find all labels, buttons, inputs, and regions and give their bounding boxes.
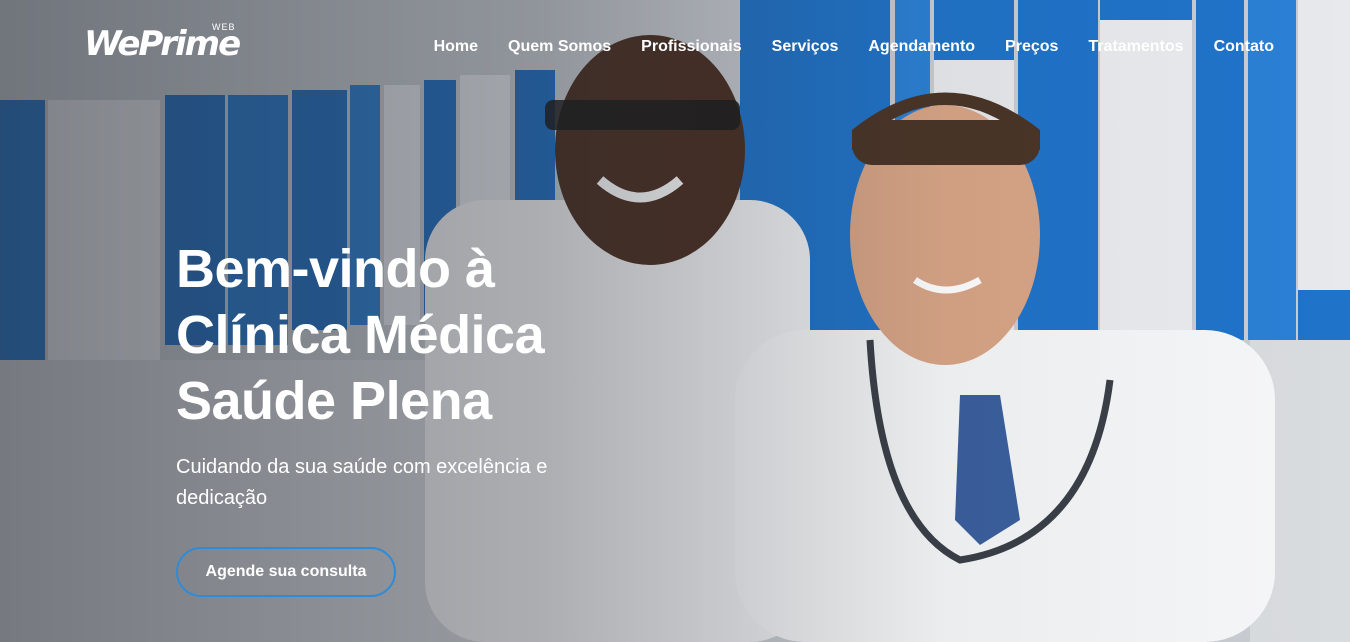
hero-subtitle: Cuidando da sua saúde com excelência e d… bbox=[176, 456, 548, 509]
hero-title-line-2: Clínica Médica bbox=[176, 305, 545, 365]
hero-title-line-1: Bem-vindo à bbox=[176, 239, 495, 299]
logo-subtext: WEB bbox=[212, 22, 236, 32]
hero-title: Bem-vindo à Clínica Médica Saúde Plena bbox=[176, 236, 636, 434]
main-nav: Home Quem Somos Profissionais Serviços A… bbox=[434, 38, 1274, 56]
site-logo[interactable]: WePrime WEB bbox=[84, 22, 244, 70]
nav-item-tratamentos[interactable]: Tratamentos bbox=[1088, 38, 1183, 56]
nav-item-servicos[interactable]: Serviços bbox=[772, 38, 839, 56]
hero-title-line-3: Saúde Plena bbox=[176, 371, 492, 431]
nav-item-quem-somos[interactable]: Quem Somos bbox=[508, 38, 611, 56]
nav-item-contato[interactable]: Contato bbox=[1214, 38, 1274, 56]
nav-item-precos[interactable]: Preços bbox=[1005, 38, 1058, 56]
nav-item-agendamento[interactable]: Agendamento bbox=[868, 38, 975, 56]
navbar: WePrime WEB Home Quem Somos Profissionai… bbox=[0, 0, 1350, 96]
nav-item-home[interactable]: Home bbox=[434, 38, 478, 56]
hero-section: WePrime WEB Home Quem Somos Profissionai… bbox=[0, 0, 1350, 642]
nav-item-profissionais[interactable]: Profissionais bbox=[641, 38, 741, 56]
hero-content: Bem-vindo à Clínica Médica Saúde Plena C… bbox=[176, 236, 636, 514]
schedule-appointment-button[interactable]: Agende sua consulta bbox=[176, 547, 396, 597]
